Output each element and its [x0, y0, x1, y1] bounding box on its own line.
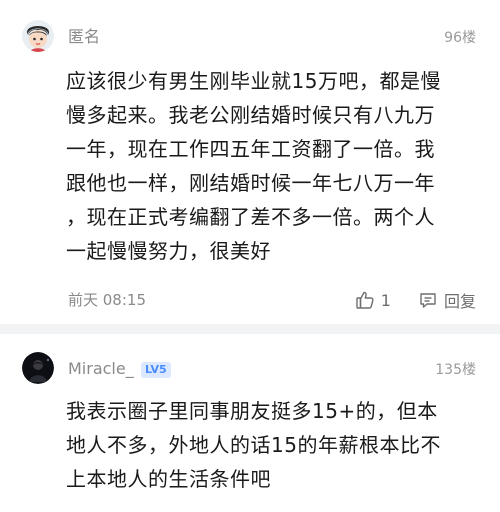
comment-text-line: 一年，现在工作四五年工资翻了一倍。我	[66, 137, 435, 161]
reply-button[interactable]: 回复	[418, 288, 476, 312]
reply-label: 回复	[443, 292, 476, 311]
reply-bubble-icon	[418, 290, 438, 310]
comment-text-line: 我表示圈子里同事朋友挺多15+的，但本	[66, 399, 438, 423]
comment-text-line: 地人不多，外地人的话15的年薪根本比不	[66, 433, 441, 457]
anonymous-avatar-icon[interactable]	[22, 20, 54, 52]
comment-text-line: 上本地人的生活条件吧	[66, 467, 271, 491]
comment-username[interactable]: 匿名	[68, 27, 100, 47]
floor-number: 96楼	[444, 30, 476, 46]
user-photo-avatar-icon[interactable]	[22, 352, 54, 384]
comment-text-line: 慢多起来。我老公刚结婚时候只有八九万	[66, 103, 435, 127]
comment-text-line: 应该很少有男生刚毕业就15万吧，都是慢	[66, 69, 441, 93]
like-count: 1	[380, 290, 391, 310]
comment-username[interactable]: Miracle_	[68, 359, 134, 379]
comment-body: 应该很少有男生刚毕业就15万吧，都是慢 慢多起来。我老公刚结婚时候只有八九万 一…	[66, 64, 476, 268]
comment-body: 我表示圈子里同事朋友挺多15+的，但本 地人不多，外地人的话15的年薪根本比不 …	[66, 394, 476, 496]
comment-header: Miracle_ LV5 135楼	[0, 334, 500, 384]
comment-item: Miracle_ LV5 135楼 我表示圈子里同事朋友挺多15+的，但本 地人…	[0, 334, 500, 512]
comment-text-line: 跟他也一样，刚结婚时候一年七八万一年	[66, 171, 435, 195]
section-divider	[0, 324, 500, 334]
floor-number: 135楼	[435, 362, 476, 378]
comment-text-line: 一起慢慢努力，很美好	[66, 239, 271, 263]
like-button[interactable]: 1	[355, 290, 391, 310]
level-badge: LV5	[141, 362, 171, 378]
comment-header: 匿名 96楼	[0, 0, 500, 52]
comment-timestamp: 前天 08:15	[68, 291, 146, 309]
comment-item: 匿名 96楼 应该很少有男生刚毕业就15万吧，都是慢 慢多起来。我老公刚结婚时候…	[0, 0, 500, 334]
thumbs-up-icon	[355, 290, 375, 310]
comment-text-line: ，现在正式考编翻了差不多一倍。两个人	[66, 205, 435, 229]
comment-actions: 1 回复	[333, 288, 476, 312]
